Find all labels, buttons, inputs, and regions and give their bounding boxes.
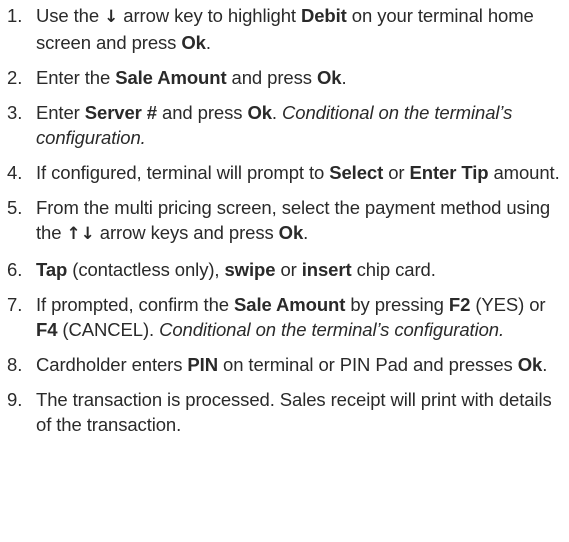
bold-term: Server # <box>84 102 157 123</box>
step-item: 7. If prompted, confirm the Sale Amount b… <box>6 292 563 342</box>
step-text-segment: The transaction is processed. Sales rece… <box>36 389 552 435</box>
step-number: 7. <box>7 294 23 315</box>
step-item: 9. The transaction is processed. Sales re… <box>6 387 563 437</box>
step-text-segment: (CANCEL). <box>57 319 160 340</box>
arrow-down-icon: ↓ <box>104 7 119 27</box>
step-text-segment: chip card. <box>351 259 436 280</box>
step-text-segment: or <box>275 259 302 280</box>
step-item: 2. Enter the Sale Amount and press Ok. <box>6 65 563 90</box>
bold-term: insert <box>301 259 352 280</box>
step-text: If configured, terminal will prompt to S… <box>36 160 563 185</box>
step-item: 6. Tap (contactless only), swipe or inser… <box>6 257 563 282</box>
bold-term: Debit <box>300 5 347 26</box>
step-text-segment: . <box>542 354 548 375</box>
step-text-segment: . <box>205 32 211 53</box>
bold-term: Ok <box>316 67 342 88</box>
step-number: 1. <box>7 5 23 26</box>
bold-term: Ok <box>278 222 304 243</box>
step-text: If prompted, confirm the Sale Amount by … <box>36 292 563 342</box>
bold-term: Ok <box>181 32 206 53</box>
bold-term: F2 <box>448 294 471 315</box>
bold-term: Ok <box>517 354 543 375</box>
step-text-segment: . <box>303 222 309 243</box>
step-text-segment: (YES) or <box>470 294 546 315</box>
step-number: 9. <box>7 389 23 410</box>
step-text: Enter Server # and press Ok. Conditional… <box>36 100 563 150</box>
step-text-segment: arrow key to highlight <box>118 5 301 26</box>
step-text-segment: . <box>271 102 283 123</box>
step-text-segment: or <box>383 162 410 183</box>
bold-term: Select <box>329 162 384 183</box>
step-text-segment: Enter the <box>36 67 116 88</box>
up-down-arrows-icon: ↑↓ <box>66 224 95 244</box>
step-text-segment: on terminal or PIN Pad and presses <box>217 354 518 375</box>
step-text-segment: . <box>341 67 347 88</box>
step-item: 4. If configured, terminal will prompt to… <box>6 160 563 185</box>
step-text: Enter the Sale Amount and press Ok. <box>36 65 563 90</box>
bold-term: swipe <box>224 259 276 280</box>
bold-term: F4 <box>36 319 58 340</box>
step-number: 5. <box>7 197 23 218</box>
step-number: 4. <box>7 162 23 183</box>
step-text-segment: Use the <box>36 5 105 26</box>
step-item: 1. Use the ↓ arrow key to highlight Debit… <box>6 3 563 55</box>
step-text-segment: and press <box>157 102 248 123</box>
step-number: 2. <box>7 67 23 88</box>
step-item: 3. Enter Server # and press Ok. Condition… <box>6 100 563 150</box>
step-text-segment: Enter <box>36 102 85 123</box>
step-number: 8. <box>7 354 23 375</box>
bold-term: Tap <box>36 259 68 280</box>
bold-term: Enter Tip <box>409 162 489 183</box>
step-text-segment: and press <box>226 67 317 88</box>
instruction-steps-list: 1. Use the ↓ arrow key to highlight Debit… <box>0 0 569 437</box>
bold-term: Ok <box>247 102 272 123</box>
step-text: Tap (contactless only), swipe or insert … <box>36 257 563 282</box>
step-text-segment: If prompted, confirm the <box>36 294 235 315</box>
step-text: Use the ↓ arrow key to highlight Debit o… <box>36 3 563 55</box>
step-number: 3. <box>7 102 23 123</box>
bold-term: PIN <box>187 354 218 375</box>
step-text-segment: (contactless only), <box>67 259 225 280</box>
step-text-segment: by pressing <box>345 294 449 315</box>
bold-term: Sale Amount <box>234 294 346 315</box>
step-text: The transaction is processed. Sales rece… <box>36 387 563 437</box>
step-item: 8. Cardholder enters PIN on terminal or P… <box>6 352 563 377</box>
step-text: From the multi pricing screen, select th… <box>36 195 563 247</box>
step-text-segment: arrow keys and press <box>94 222 279 243</box>
step-text-segment: Cardholder enters <box>36 354 188 375</box>
conditional-note: Conditional on the terminal’s configurat… <box>159 319 505 340</box>
step-number: 6. <box>7 259 23 280</box>
bold-term: Sale Amount <box>115 67 227 88</box>
step-text: Cardholder enters PIN on terminal or PIN… <box>36 352 563 377</box>
step-text-segment: If configured, terminal will prompt to <box>36 162 330 183</box>
step-text-segment: amount. <box>488 162 560 183</box>
step-item: 5. From the multi pricing screen, select … <box>6 195 563 247</box>
